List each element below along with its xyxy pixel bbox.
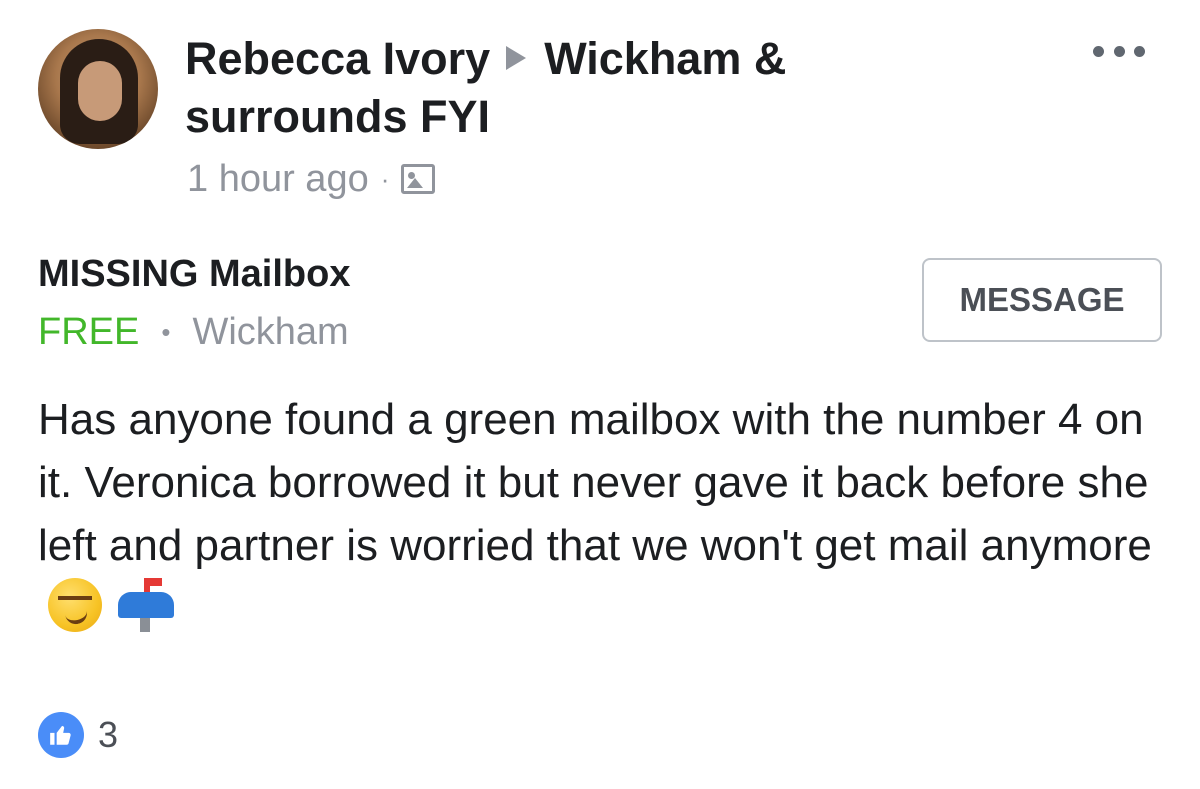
post-header: Rebecca Ivory Wickham & surrounds FYI [185,30,905,146]
message-button[interactable]: MESSAGE [922,258,1162,342]
post-timestamp[interactable]: 1 hour ago [187,157,369,201]
more-options-button[interactable] [1093,44,1145,58]
thumbs-up-icon [50,725,71,745]
arrow-right-icon [506,46,527,71]
photo-icon [401,164,436,194]
listing-details: FREE • Wickham [38,308,349,356]
author-name[interactable]: Rebecca Ivory [185,33,490,84]
post-meta: 1 hour ago · [187,157,436,201]
smirk-emoji [48,578,102,633]
listing-title: MISSING Mailbox [38,253,351,295]
like-count: 3 [98,714,119,755]
more-dots-icon [1093,45,1104,57]
like-icon [38,712,84,758]
avatar-face [78,61,122,121]
post-body: Has anyone found a green mailbox with th… [38,388,1168,640]
listing-separator: • [161,317,171,347]
listing-location: Wickham [192,311,349,353]
post-body-text: Has anyone found a green mailbox with th… [38,395,1152,570]
mailbox-emoji [114,578,178,633]
meta-separator: · [380,164,390,194]
reactions-summary[interactable]: 3 [38,712,118,758]
author-avatar[interactable] [38,29,158,149]
listing-price: FREE [38,311,140,353]
